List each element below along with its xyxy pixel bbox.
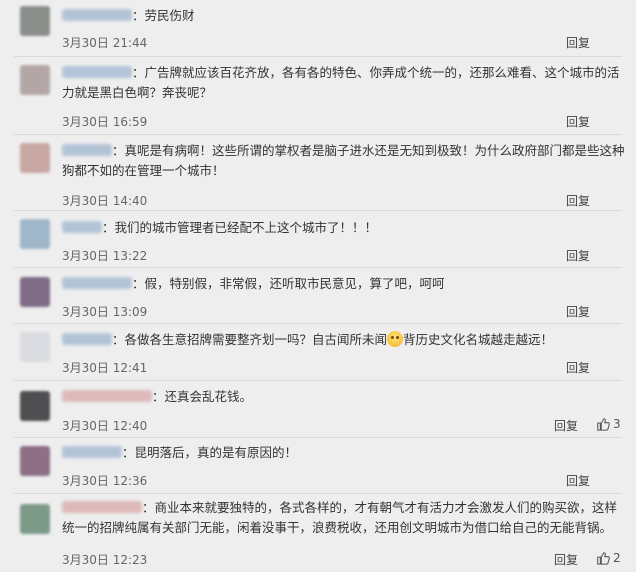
- reply-button[interactable]: 回复: [566, 472, 590, 489]
- comment-item: ：假，特别假，非常假，还听取市民意见，算了吧，呵呵 3月30日 13:09 回复: [0, 268, 636, 324]
- comment-text: ：各做各生意招牌需要整齐划一吗？自古闻所未闻: [112, 332, 388, 347]
- username-blurred[interactable]: [62, 221, 102, 233]
- comment-time: 3月30日 12:40: [62, 419, 148, 433]
- comment-feed: ：劳民伤财 3月30日 21:44 回复 ：广告牌就应该百花齐放，各有各的特色、…: [0, 0, 636, 572]
- comment-item: ：真呢是有病啊！这些所谓的掌权者是脑子进水还是无知到极致！为什么政府部门都是些这…: [0, 135, 636, 213]
- avatar[interactable]: [20, 219, 50, 249]
- like-button[interactable]: 3: [596, 417, 621, 431]
- comment-time: 3月30日 12:41: [62, 361, 148, 375]
- avatar[interactable]: [20, 6, 50, 36]
- username-blurred[interactable]: [62, 333, 112, 345]
- username-blurred[interactable]: [62, 501, 142, 513]
- username-blurred[interactable]: [62, 144, 112, 156]
- comment-body: ：昆明落后，真的是有原因的！: [62, 443, 626, 463]
- comment-body: ：还真会乱花钱。: [62, 387, 626, 407]
- reply-button[interactable]: 回复: [566, 34, 590, 51]
- reply-button[interactable]: 回复: [566, 247, 590, 264]
- like-button[interactable]: 2: [596, 551, 621, 565]
- avatar[interactable]: [20, 65, 50, 95]
- username-blurred[interactable]: [62, 9, 132, 21]
- comment-time: 3月30日 12:23: [62, 553, 148, 567]
- comment-body: ：广告牌就应该百花齐放，各有各的特色、你弄成个统一的，还那么难看、这个城市的活力…: [62, 63, 626, 103]
- like-count: 3: [613, 417, 621, 431]
- username-blurred[interactable]: [62, 277, 132, 289]
- comment-text-continued: 背历史文化名城越走越远！: [403, 332, 554, 347]
- reply-button[interactable]: 回复: [566, 303, 590, 320]
- comment-item: ：昆明落后，真的是有原因的！ 3月30日 12:36 回复: [0, 438, 636, 494]
- comment-item: ：各做各生意招牌需要整齐划一吗？自古闻所未闻 背历史文化名城越走越远！ 3月30日…: [0, 324, 636, 380]
- comment-body: ：我们的城市管理者已经配不上这个城市了！！！: [62, 218, 626, 238]
- comment-time: 3月30日 13:22: [62, 249, 148, 263]
- comment-item: ：劳民伤财 3月30日 21:44 回复: [0, 0, 636, 50]
- comment-item: ：商业本来就要独特的，各式各样的，才有朝气才有活力才会激发人们的购买欲，这样统一…: [0, 494, 636, 572]
- avatar[interactable]: [20, 391, 50, 421]
- comment-text: ：广告牌就应该百花齐放，各有各的特色、你弄成个统一的，还那么难看、这个城市的活力…: [62, 65, 620, 100]
- comment-text: ：劳民伤财: [132, 8, 195, 23]
- comment-item: ：我们的城市管理者已经配不上这个城市了！！！ 3月30日 13:22 回复: [0, 211, 636, 267]
- comment-time: 3月30日 14:40: [62, 194, 148, 208]
- comment-item: ：还真会乱花钱。 3月30日 12:40 回复 3: [0, 381, 636, 437]
- comment-body: ：真呢是有病啊！这些所谓的掌权者是脑子进水还是无知到极致！为什么政府部门都是些这…: [62, 141, 626, 181]
- comment-text: ：真呢是有病啊！这些所谓的掌权者是脑子进水还是无知到极致！为什么政府部门都是些这…: [62, 143, 625, 178]
- comment-text: ：还真会乱花钱。: [152, 389, 253, 404]
- thumbs-up-icon: [597, 552, 610, 565]
- comment-body: ：假，特别假，非常假，还听取市民意见，算了吧，呵呵: [62, 274, 626, 294]
- comment-text: ：我们的城市管理者已经配不上这个城市了！！！: [102, 220, 378, 235]
- avatar[interactable]: [20, 143, 50, 173]
- comment-item: ：广告牌就应该百花齐放，各有各的特色、你弄成个统一的，还那么难看、这个城市的活力…: [0, 57, 636, 135]
- like-count: 2: [613, 551, 621, 565]
- grimace-emoji-icon: [387, 331, 404, 347]
- reply-button[interactable]: 回复: [554, 417, 578, 434]
- comment-text: ：昆明落后，真的是有原因的！: [122, 445, 298, 460]
- comment-time: 3月30日 12:36: [62, 474, 148, 488]
- reply-button[interactable]: 回复: [566, 113, 590, 130]
- username-blurred[interactable]: [62, 66, 132, 78]
- username-blurred[interactable]: [62, 446, 122, 458]
- reply-button[interactable]: 回复: [554, 551, 578, 568]
- avatar[interactable]: [20, 332, 50, 362]
- comment-time: 3月30日 16:59: [62, 115, 148, 129]
- comment-body: ：商业本来就要独特的，各式各样的，才有朝气才有活力才会激发人们的购买欲，这样统一…: [62, 498, 626, 538]
- comment-time: 3月30日 13:09: [62, 305, 148, 319]
- comment-body: ：各做各生意招牌需要整齐划一吗？自古闻所未闻 背历史文化名城越走越远！: [62, 330, 626, 350]
- comment-text: ：假，特别假，非常假，还听取市民意见，算了吧，呵呵: [132, 276, 445, 291]
- comment-body: ：劳民伤财: [62, 6, 626, 26]
- thumbs-up-icon: [597, 418, 610, 431]
- comment-time: 3月30日 21:44: [62, 36, 148, 50]
- avatar[interactable]: [20, 277, 50, 307]
- username-blurred[interactable]: [62, 390, 152, 402]
- reply-button[interactable]: 回复: [566, 359, 590, 376]
- reply-button[interactable]: 回复: [566, 192, 590, 209]
- comment-text: ：商业本来就要独特的，各式各样的，才有朝气才有活力才会激发人们的购买欲，这样统一…: [62, 500, 618, 535]
- avatar[interactable]: [20, 446, 50, 476]
- avatar[interactable]: [20, 504, 50, 534]
